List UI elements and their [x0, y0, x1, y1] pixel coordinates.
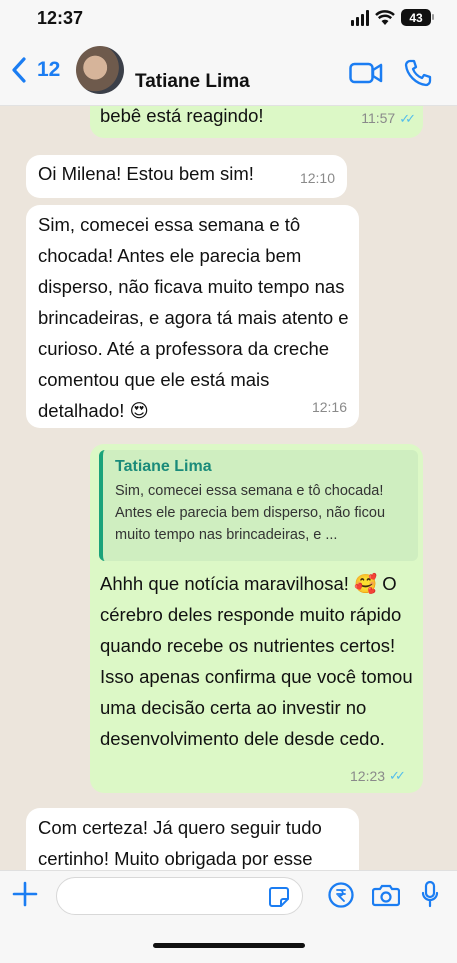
message-time: 12:10: [299, 170, 335, 186]
message-incoming[interactable]: Sim, comecei essa semana e tô chocada! A…: [26, 205, 359, 428]
contact-name[interactable]: Tatiane Lima: [135, 71, 250, 93]
read-ticks-icon: ✓✓: [389, 768, 406, 783]
signal-icon: [351, 9, 369, 26]
quote-author: Tatiane Lima: [115, 458, 212, 475]
quoted-reply[interactable]: Tatiane Lima Sim, comecei essa semana e …: [99, 450, 418, 561]
message-meta: 12:23 ✓✓: [350, 768, 445, 784]
message-input[interactable]: [56, 877, 303, 915]
message-time: 11:57: [361, 110, 396, 126]
camera-icon[interactable]: [372, 883, 400, 907]
sticker-icon[interactable]: [268, 886, 290, 908]
battery-icon: 43: [401, 9, 434, 26]
avatar[interactable]: [76, 46, 124, 94]
read-ticks-icon: ✓✓: [399, 111, 416, 126]
message-text: Com certeza! Já quero seguir tudo certin…: [38, 817, 322, 869]
message-text: Ahhh que notícia maravilhosa! 🥰 O cérebr…: [100, 573, 413, 749]
message-time: 12:23: [350, 768, 386, 784]
phone-call-icon[interactable]: [403, 58, 433, 88]
back-button[interactable]: 12: [10, 56, 60, 84]
message-meta: 11:57 ✓✓: [361, 103, 416, 134]
status-bar: 12:37 43: [0, 0, 457, 40]
chevron-left-icon: [12, 57, 26, 83]
input-bar: [0, 870, 457, 963]
message-meta: 12:16: [312, 392, 347, 423]
video-call-icon[interactable]: [349, 62, 383, 84]
message-incoming[interactable]: Oi Milena! Estou bem sim! 12:10: [26, 155, 347, 198]
chat-header: 12 Tatiane Lima: [0, 40, 457, 106]
plus-icon[interactable]: [12, 881, 38, 907]
microphone-icon[interactable]: [421, 880, 439, 908]
quote-text: Sim, comecei essa semana e tô chocada! A…: [115, 483, 386, 543]
message-meta: 12:10: [300, 163, 335, 194]
payment-icon[interactable]: [327, 881, 355, 909]
status-time: 12:37: [37, 8, 84, 28]
unread-count: 12: [37, 58, 61, 81]
home-indicator: [153, 943, 305, 948]
message-text: Sim, comecei essa semana e tô chocada! A…: [38, 214, 349, 421]
message-text: Oi Milena! Estou bem sim!: [38, 163, 254, 184]
status-icons: 43: [351, 9, 434, 26]
chat-area: bebê está reagindo! 11:57 ✓✓ Oi Milena! …: [0, 0, 457, 870]
message-incoming[interactable]: Com certeza! Já quero seguir tudo certin…: [26, 808, 359, 870]
message-time: 12:16: [311, 399, 347, 415]
wifi-icon: [375, 9, 395, 25]
